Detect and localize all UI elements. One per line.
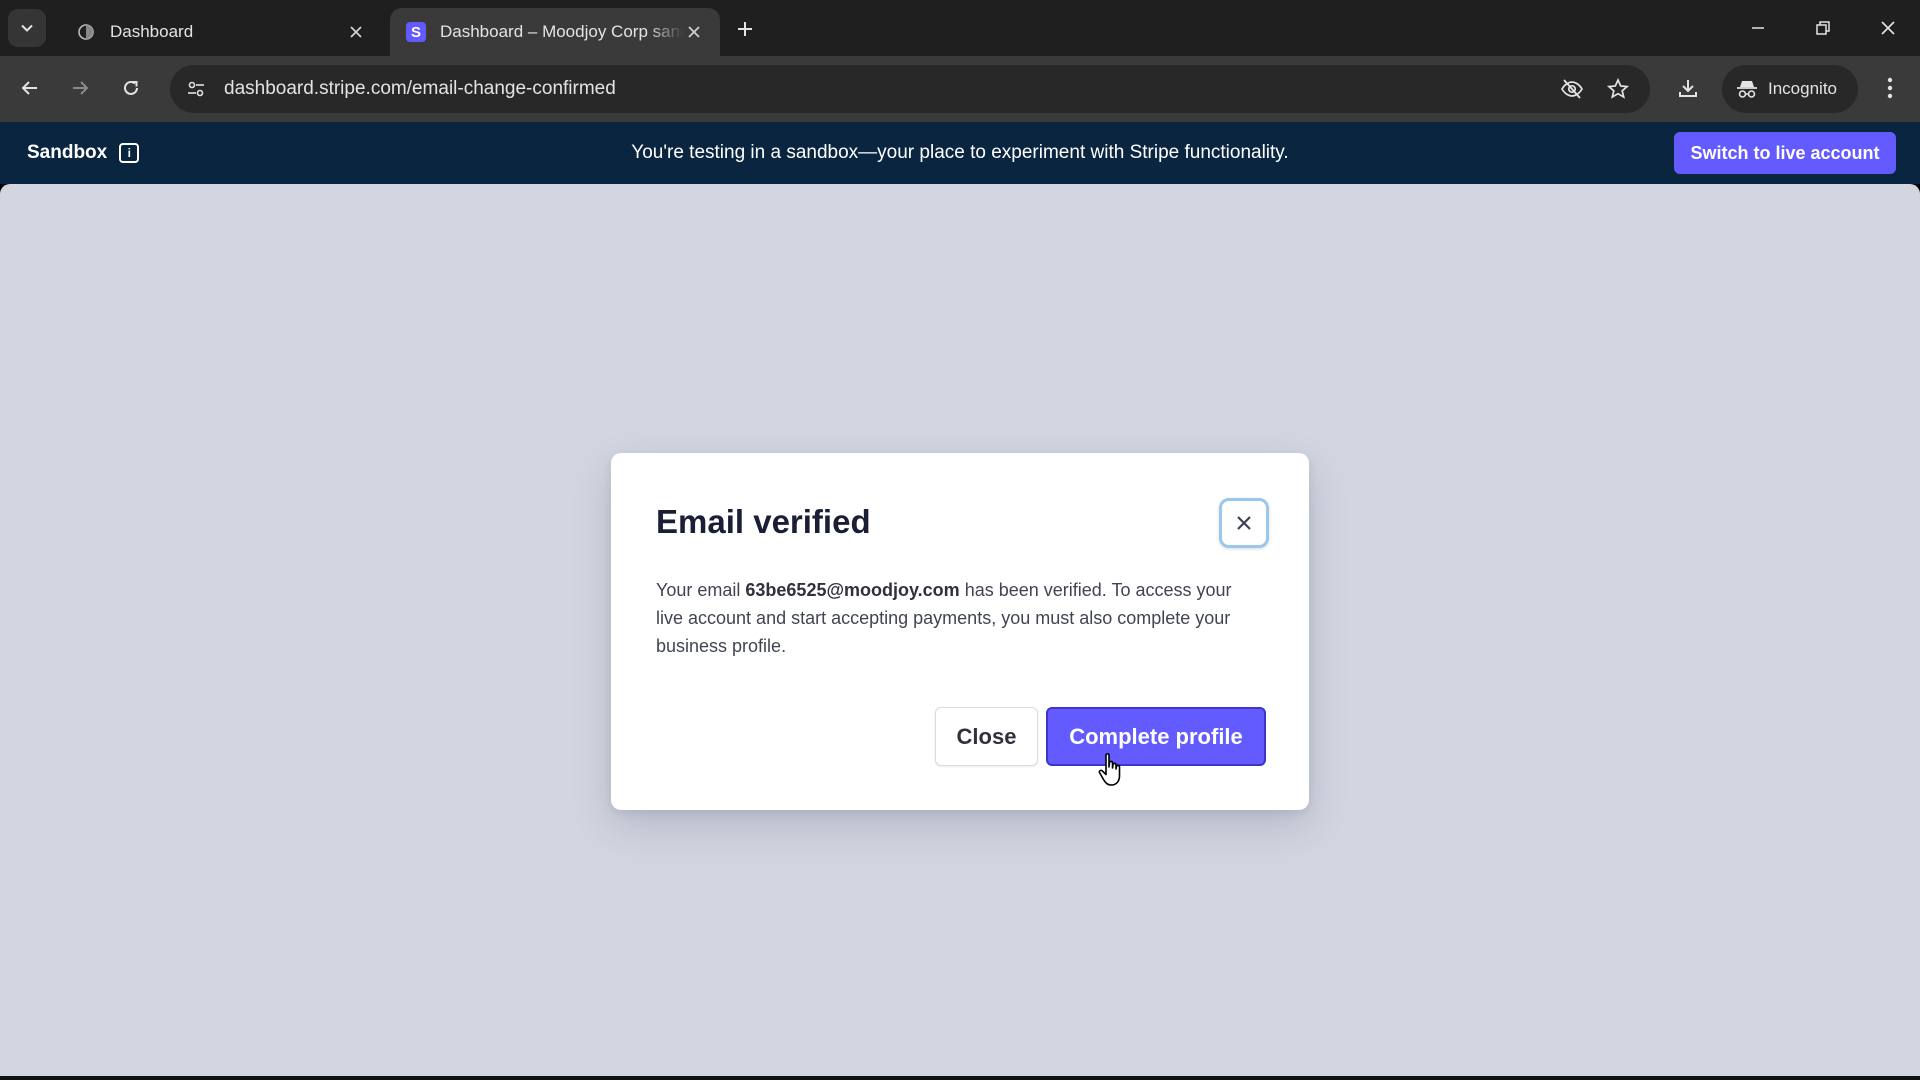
chevron-down-icon [21, 24, 33, 32]
url-text: dashboard.stripe.com/email-change-confir… [224, 78, 616, 99]
new-tab-button[interactable] [730, 14, 760, 44]
address-bar[interactable]: dashboard.stripe.com/email-change-confir… [170, 65, 1650, 113]
restore-icon [1816, 21, 1830, 35]
body-prefix: Your email [656, 580, 746, 600]
minimize-icon [1752, 27, 1764, 29]
dialog-close-button[interactable] [1219, 498, 1269, 548]
browser-tab-strip: Dashboard S Dashboard – Moodjoy Corp san… [0, 0, 1920, 56]
sandbox-message: You're testing in a sandbox—your place t… [631, 142, 1289, 163]
sandbox-label: Sandbox [27, 142, 108, 163]
verified-email: 63be6525@moodjoy.com [745, 580, 960, 600]
plus-icon [738, 22, 752, 36]
sandbox-banner: You're testing in a sandbox—your place t… [0, 122, 1920, 184]
tab-dashboard[interactable]: Dashboard [60, 8, 382, 56]
back-button[interactable] [12, 70, 48, 106]
tab-title: Dashboard – Moodjoy Corp sandbox [440, 22, 684, 41]
incognito-label: Incognito [1768, 79, 1837, 98]
tab-close-icon[interactable] [346, 22, 366, 42]
incognito-icon [1737, 81, 1757, 98]
close-icon [1881, 21, 1895, 35]
arrow-right-icon [73, 81, 89, 95]
browser-menu-button[interactable] [1872, 70, 1908, 106]
email-verified-dialog: Email verified Your email 63be6525@moodj… [611, 453, 1309, 810]
bottom-edge [0, 1076, 1920, 1080]
switch-to-live-account-button[interactable]: Switch to live account [1674, 132, 1896, 174]
complete-profile-button[interactable]: Complete profile [1046, 707, 1266, 766]
bookmark-star-icon[interactable] [1600, 71, 1636, 107]
more-vertical-icon [1887, 77, 1893, 99]
tab-search-button[interactable] [8, 9, 46, 47]
download-icon [1679, 80, 1697, 97]
browser-toolbar: dashboard.stripe.com/email-change-confir… [0, 56, 1920, 122]
downloads-button[interactable] [1670, 70, 1706, 106]
incognito-favicon-icon [76, 22, 96, 42]
reload-button[interactable] [113, 70, 149, 106]
incognito-indicator[interactable]: Incognito [1722, 65, 1858, 113]
tab-close-icon[interactable] [684, 22, 704, 42]
stripe-logo-icon: S [406, 22, 426, 42]
tab-title: Dashboard [110, 22, 194, 41]
dialog-body: Your email 63be6525@moodjoy.com has been… [656, 576, 1256, 660]
reload-icon [124, 80, 138, 95]
site-settings-icon[interactable] [178, 71, 214, 107]
minimize-button[interactable] [1738, 8, 1778, 48]
arrow-left-icon [21, 81, 37, 95]
tab-stripe-dashboard[interactable]: S Dashboard – Moodjoy Corp sandbox [390, 8, 720, 56]
window-close-button[interactable] [1868, 8, 1908, 48]
dialog-title: Email verified [656, 503, 871, 540]
close-button[interactable]: Close [935, 707, 1038, 766]
forward-button[interactable] [62, 70, 98, 106]
restore-button[interactable] [1803, 8, 1843, 48]
hand-cursor-icon [1097, 752, 1125, 793]
eye-off-icon[interactable] [1554, 71, 1590, 107]
sandbox-brand: Sandbox i [27, 122, 140, 184]
close-icon [1237, 516, 1251, 530]
info-icon[interactable]: i [119, 143, 140, 163]
